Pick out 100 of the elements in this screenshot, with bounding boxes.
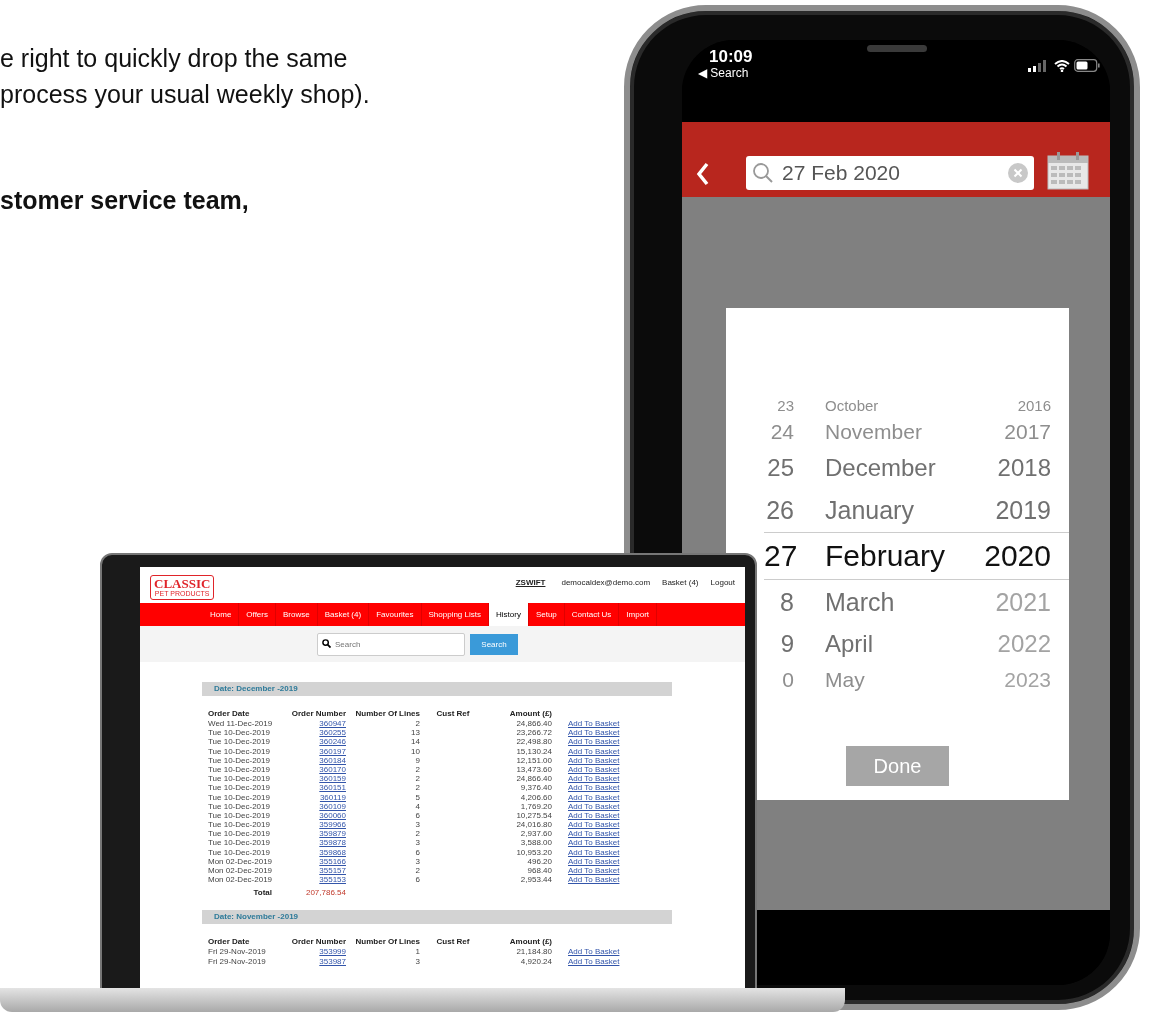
- battery-icon: [1074, 59, 1100, 72]
- table-cell-text: 1: [414, 947, 420, 957]
- add-to-basket-link[interactable]: Add To Basket: [552, 956, 672, 966]
- add-to-basket-link[interactable]: Add To Basket: [552, 866, 672, 876]
- add-to-basket-link[interactable]: Add To Basket: [552, 801, 672, 811]
- table-cell-text: 2: [414, 764, 420, 775]
- order-number-link[interactable]: 360060: [286, 810, 346, 821]
- picker-row[interactable]: 26 January 2019: [764, 488, 1069, 532]
- calendar-icon[interactable]: [1047, 152, 1089, 190]
- add-to-basket-link[interactable]: Add To Basket: [552, 838, 672, 848]
- order-number-link[interactable]: 360947: [286, 719, 346, 729]
- add-to-basket-link[interactable]: Add To Basket: [552, 829, 672, 839]
- table-cell-text: 5: [414, 792, 420, 802]
- picker-row[interactable]: 27 February 2020: [764, 532, 1069, 580]
- order-number-link[interactable]: 360255: [286, 728, 346, 738]
- table-cell-text: 4,206.60: [519, 792, 552, 802]
- picker-row[interactable]: 25 December 2018: [764, 448, 1069, 488]
- picker-year[interactable]: 2020: [984, 539, 1051, 573]
- add-to-basket-link[interactable]: Add To Basket: [552, 792, 672, 802]
- add-to-basket-link[interactable]: Add To Basket: [552, 764, 672, 775]
- table-cell-text: 968.40: [526, 866, 552, 876]
- table-cell-text: 6: [414, 847, 420, 857]
- table-cell-text: Mon 02-Dec-2019: [208, 866, 274, 876]
- add-to-basket-link[interactable]: Add To Basket: [552, 856, 672, 866]
- order-number-link[interactable]: 355153: [286, 875, 346, 885]
- table-cell-text: 21,184.80: [515, 947, 552, 957]
- order-number-link[interactable]: 360159: [286, 774, 346, 784]
- back-to-app-link[interactable]: ◀ Search: [698, 66, 749, 80]
- table-cell-text: 6: [414, 875, 420, 885]
- table-cell-text: 13: [410, 728, 420, 738]
- table-cell-text: Mon 02-Dec-2019: [208, 856, 274, 866]
- order-number-link[interactable]: 355166: [286, 856, 346, 866]
- add-to-basket-link[interactable]: Add To Basket: [552, 719, 672, 729]
- add-to-basket-link[interactable]: Add To Basket: [552, 820, 672, 830]
- table-cell-text: 4,920.24: [519, 956, 552, 966]
- order-number-link[interactable]: 353987: [286, 956, 346, 966]
- table-cell-text: Tue 10-Dec-2019: [208, 829, 271, 839]
- add-to-basket-link[interactable]: Add To Basket: [552, 947, 672, 957]
- add-to-basket-link[interactable]: Add To Basket: [552, 728, 672, 738]
- table-cell-text: 23,266.72: [515, 728, 552, 738]
- add-to-basket-link[interactable]: Add To Basket: [552, 774, 672, 784]
- logout-link[interactable]: Logout: [710, 578, 735, 587]
- table-cell-text: Tue 10-Dec-2019: [208, 838, 271, 848]
- search-field[interactable]: Search: [317, 632, 465, 656]
- order-number-link[interactable]: 360197: [286, 746, 346, 756]
- order-number-link[interactable]: 355157: [286, 866, 346, 876]
- column-header: Number Of Lines: [354, 936, 420, 948]
- date-group-header: Date: December -2019: [202, 682, 672, 696]
- add-to-basket-link[interactable]: Add To Basket: [552, 847, 672, 857]
- add-to-basket-link[interactable]: Add To Basket: [552, 755, 672, 765]
- add-to-basket-link[interactable]: Add To Basket: [552, 737, 672, 747]
- table-cell-text: 2,937.60: [519, 829, 552, 839]
- column-header: Number Of Lines: [354, 708, 420, 719]
- nav-tab[interactable]: History: [489, 603, 529, 626]
- table-cell-text: 10,953.20: [515, 847, 552, 857]
- column-header: Order Date: [208, 708, 251, 719]
- wifi-icon: [1054, 60, 1070, 72]
- order-number-link[interactable]: 359878: [286, 838, 346, 848]
- column-header: Order Number: [290, 708, 346, 719]
- search-icon: [322, 638, 331, 648]
- order-number-link[interactable]: 360109: [286, 801, 346, 811]
- table-cell-text: Tue 10-Dec-2019: [208, 728, 271, 738]
- add-to-basket-link[interactable]: Add To Basket: [552, 875, 672, 885]
- table-cell-text: 24,016.80: [515, 820, 552, 830]
- picker-row[interactable]: 9 April 2022: [764, 624, 1069, 664]
- table-cell-text: Fri 29-Nov-2019: [208, 947, 267, 957]
- intro-text: e right to quickly drop the same: [0, 43, 348, 74]
- date-search-field[interactable]: 27 Feb 2020: [746, 156, 1034, 190]
- basket-link[interactable]: Basket (4): [662, 578, 699, 587]
- intro-bold-text: stomer service team,: [0, 185, 249, 216]
- date-group-header: Date: November -2019: [202, 910, 672, 925]
- order-number-link[interactable]: 353999: [286, 947, 346, 957]
- add-to-basket-link[interactable]: Add To Basket: [552, 810, 672, 821]
- picker-year[interactable]: 2018: [997, 454, 1051, 482]
- picker-year[interactable]: 2019: [995, 495, 1051, 525]
- column-header: Order Number: [290, 936, 346, 948]
- table-cell-text: Fri 29-Nov-2019: [208, 956, 267, 966]
- order-number-link[interactable]: 359879: [286, 829, 346, 839]
- picker-row[interactable]: 8 March 2021: [764, 580, 1069, 624]
- intro-text: process your usual weekly shop).: [0, 79, 370, 110]
- add-to-basket-link[interactable]: Add To Basket: [552, 783, 672, 793]
- table-cell-text: 22,498.80: [515, 737, 552, 747]
- order-number-link[interactable]: 360151: [286, 783, 346, 793]
- order-number-link[interactable]: 359868: [286, 847, 346, 857]
- column-header: Order Date: [208, 936, 251, 948]
- user-email: democaldex@demo.com: [561, 578, 651, 587]
- back-icon[interactable]: [696, 162, 710, 186]
- table-cell-text: 3: [414, 820, 420, 830]
- total-amount: 207,786.54: [304, 887, 346, 900]
- order-number-link[interactable]: 359966: [286, 820, 346, 830]
- table-cell-text: 6: [414, 810, 420, 821]
- order-number-link[interactable]: 360246: [286, 737, 346, 747]
- order-number-link[interactable]: 360170: [286, 764, 346, 775]
- add-to-basket-link[interactable]: Add To Basket: [552, 746, 672, 756]
- order-number-link[interactable]: 360184: [286, 755, 346, 765]
- table-cell-text: Tue 10-Dec-2019: [208, 792, 271, 802]
- order-number-link[interactable]: 360119: [286, 792, 346, 802]
- table-cell-text: 2,953.44: [519, 875, 552, 885]
- table-cell-text: 3: [414, 956, 420, 966]
- username-link[interactable]: ZSWIFT: [515, 578, 546, 587]
